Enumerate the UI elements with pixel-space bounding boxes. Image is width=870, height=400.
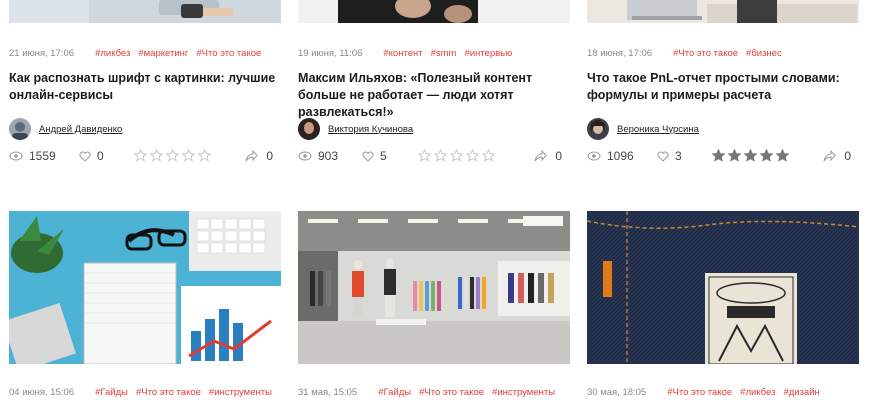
article-image[interactable] (587, 211, 859, 364)
article-meta: 04 июня, 15:06 #Гайды #Что это такое #ин… (9, 387, 280, 398)
article-tag[interactable]: #Что это такое (136, 387, 201, 398)
article-image-jeans-label (587, 211, 859, 364)
article-tag[interactable]: #ликбез (740, 387, 775, 398)
article-meta: 30 мая, 18:05 #Что это такое #ликбез #ди… (587, 387, 828, 398)
article-card[interactable]: 30 мая, 18:05 #Что это такое #ликбез #ди… (587, 0, 859, 400)
article-image[interactable] (298, 211, 570, 364)
article-tag[interactable]: #Что это такое (419, 387, 484, 398)
article-meta: 31 мая, 15:05 #Гайды #Что это такое #инс… (298, 387, 563, 398)
article-tag[interactable]: #дизайн (783, 387, 819, 398)
article-tag[interactable]: #Гайды (95, 387, 128, 398)
article-image-store (298, 211, 570, 364)
article-card[interactable]: 04 июня, 15:06 #Гайды #Что это такое #ин… (9, 0, 281, 400)
article-date: 30 мая, 18:05 (587, 387, 647, 398)
article-tag[interactable]: #Гайды (378, 387, 411, 398)
article-image[interactable] (9, 211, 281, 364)
article-tag[interactable]: #Что это такое (667, 387, 732, 398)
article-card[interactable]: 31 мая, 15:05 #Гайды #Что это такое #инс… (298, 0, 570, 400)
article-tag[interactable]: #инструменты (209, 387, 272, 398)
article-image-office-desk (9, 211, 281, 364)
article-date: 31 мая, 15:05 (298, 387, 358, 398)
article-date: 04 июня, 15:06 (9, 387, 75, 398)
article-tag[interactable]: #инструменты (492, 387, 555, 398)
